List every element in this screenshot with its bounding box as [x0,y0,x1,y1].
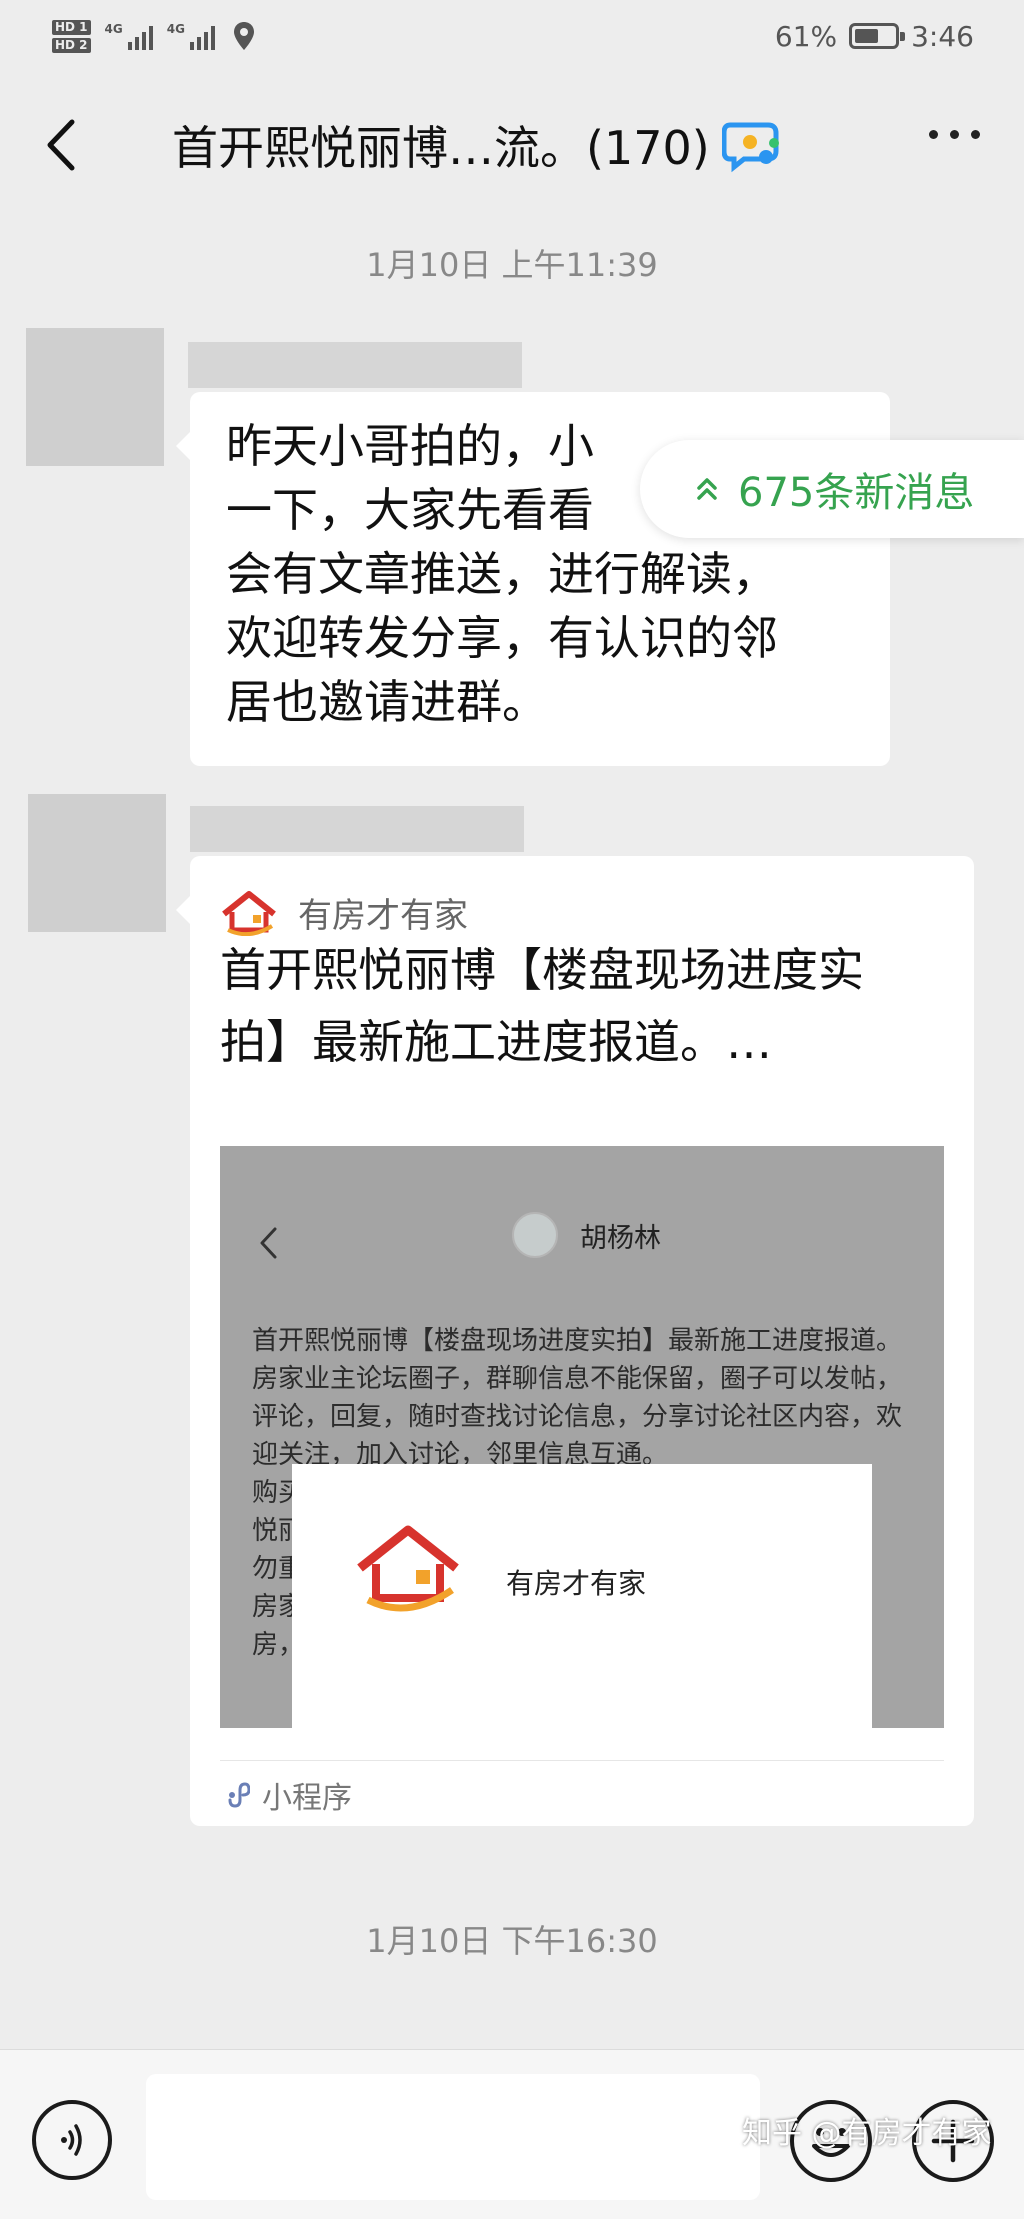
preview-avatar [512,1212,558,1258]
chevron-left-icon [260,1227,277,1259]
watermark: 知乎 @有房才有家 [742,2116,992,2151]
more-dot-icon [929,130,938,139]
card-title-line: 首开熙悦丽博【楼盘现场进度实 [220,943,864,997]
more-dot-icon [971,130,980,139]
voice-button[interactable] [32,2100,112,2180]
preview-username: 胡杨林 [580,1222,661,1254]
preview-line: 房家业主论坛圈子，群聊信息不能保留，圈子可以发帖， [252,1364,903,1394]
location-icon [233,22,254,50]
card-title: 首开熙悦丽博【楼盘现场进度实 拍】最新施工进度报道。… [220,934,940,1078]
sender-name-redacted [188,342,522,388]
voice-icon [61,2124,82,2156]
card-title-line: 拍】最新施工进度报道。… [220,1015,772,1069]
preview-line: 评论，回复，随时查找讨论信息，分享讨论社区内容，欢 [252,1402,903,1432]
battery-fill [855,29,879,43]
preview-overlay-name: 有房才有家 [506,1567,647,1600]
card-footer-label: 小程序 [262,1781,352,1816]
group-chat-icon [721,122,779,173]
message-line: 居也邀请进群。 [226,675,548,729]
mini-program-card[interactable]: 有房才有家 首开熙悦丽博【楼盘现场进度实 拍】最新施工进度报道。… 胡杨林 首开… [176,856,974,1826]
hd1-badge: HD 1 [52,19,91,35]
house-logo-icon [357,1525,459,1612]
battery-percent: 61% [774,19,838,53]
signal-2-icon: 4G [167,22,215,50]
chat-title: 首开熙悦丽博…流。(170) [172,121,710,175]
preview-overlay: 有房才有家 [292,1464,872,1728]
hd-indicators: HD 1 HD 2 [52,19,91,53]
message-input[interactable] [146,2074,760,2200]
message-timestamp: 1月10日 下午16:30 [366,1922,658,1960]
preview-line: 首开熙悦丽博【楼盘现场进度实拍】最新施工进度报道。 [252,1326,903,1356]
mini-program-icon [228,1782,250,1808]
more-dot-icon [950,130,959,139]
back-button[interactable] [36,110,86,180]
signal-1-icon: 4G [105,22,153,50]
status-bar: HD 1 HD 2 4G 4G 61% 3:46 [0,0,1024,72]
message-line: 会有文章推送，进行解读， [226,547,778,601]
network-type-2: 4G [166,22,185,36]
new-messages-label: 675条新消息 [738,470,975,516]
message-line: 欢迎转发分享，有认识的邻 [226,611,778,665]
card-footer: 小程序 [226,1770,352,1820]
card-source: 有房才有家 [220,888,468,937]
network-type-1: 4G [104,22,123,36]
house-logo-icon [222,890,276,936]
status-left: HD 1 HD 2 4G 4G [52,19,255,53]
more-button[interactable] [929,130,980,139]
card-preview-image: 胡杨林 首开熙悦丽博【楼盘现场进度实拍】最新施工进度报道。 房家业主论坛圈子，群… [220,1146,944,1728]
chat-title-group[interactable]: 首开熙悦丽博…流。(170) [172,112,788,178]
status-right: 61% 3:46 [775,20,974,53]
avatar[interactable] [28,794,166,932]
sender-name-redacted [190,806,524,852]
nav-bar: 首开熙悦丽博…流。(170) [0,72,1024,220]
card-source-name: 有房才有家 [298,896,468,936]
preview-user: 胡杨林 [512,1212,661,1258]
avatar[interactable] [26,328,164,466]
chevron-left-icon [47,119,75,171]
new-messages-button[interactable]: 675条新消息 [640,440,1024,538]
battery-icon [849,23,906,49]
double-chevron-up-icon [697,478,717,500]
hd2-badge: HD 2 [52,37,91,53]
clock: 3:46 [911,19,974,53]
message-timestamp: 1月10日 上午11:39 [366,246,658,284]
card-divider [220,1760,944,1761]
